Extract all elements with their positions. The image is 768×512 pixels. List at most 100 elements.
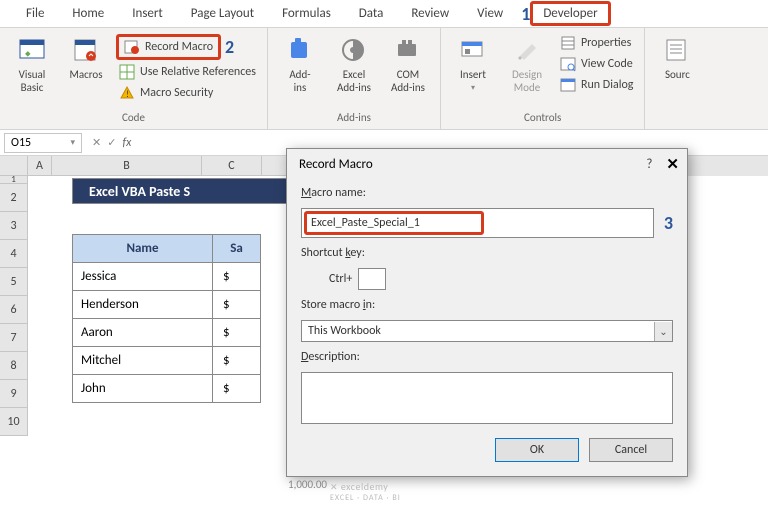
addins-button[interactable]: Add- ins (276, 32, 324, 94)
warning-icon: ! (119, 85, 135, 101)
cancel-button[interactable]: Cancel (589, 438, 673, 462)
cell-name[interactable]: Henderson (73, 291, 213, 319)
header-name[interactable]: Name (73, 235, 213, 263)
column-header[interactable]: A (28, 156, 52, 176)
hidden-cell-value: 1,000.00 (288, 478, 327, 491)
insert-control-icon (457, 34, 489, 66)
ok-button[interactable]: OK (495, 438, 579, 462)
name-box[interactable]: O15 ▾ (4, 133, 82, 153)
sheet-title-cell[interactable]: Excel VBA Paste S (72, 178, 302, 204)
row-header[interactable]: 2 (0, 184, 28, 212)
dialog-close-button[interactable]: ✕ (666, 155, 679, 174)
tab-page-layout[interactable]: Page Layout (177, 2, 268, 25)
record-macro-button[interactable]: Record Macro (116, 34, 221, 60)
tab-formulas[interactable]: Formulas (268, 2, 345, 25)
visual-basic-button[interactable]: ⬥ Visual Basic (8, 32, 56, 94)
cell-name[interactable]: Mitchel (73, 347, 213, 375)
source-icon (661, 34, 693, 66)
row-header[interactable]: 9 (0, 380, 28, 408)
cell-name[interactable]: John (73, 375, 213, 403)
dialog-titlebar[interactable]: Record Macro ? ✕ (287, 149, 687, 180)
store-macro-value: This Workbook (308, 324, 381, 338)
column-header[interactable]: C (202, 156, 262, 176)
enter-formula-icon[interactable]: ✓ (107, 136, 116, 149)
properties-button[interactable]: Properties (557, 34, 636, 52)
row-header[interactable]: 5 (0, 268, 28, 296)
cell-name[interactable]: Jessica (73, 263, 213, 291)
fx-icon[interactable]: fx (122, 136, 131, 150)
com-addins-icon (392, 34, 424, 66)
callout-2: 2 (225, 36, 234, 58)
insert-control-label: Insert (460, 68, 486, 81)
row-header[interactable]: 6 (0, 296, 28, 324)
com-addins-button[interactable]: COM Add-ins (384, 32, 432, 94)
row-header[interactable]: 10 (0, 408, 28, 436)
tab-view[interactable]: View (463, 2, 517, 25)
use-relative-label: Use Relative References (140, 65, 256, 79)
row-header[interactable]: 4 (0, 240, 28, 268)
cell-name[interactable]: Aaron (73, 319, 213, 347)
shortcut-prefix: Ctrl+ (329, 272, 352, 286)
description-input[interactable] (301, 372, 673, 424)
view-code-label: View Code (581, 57, 633, 71)
chevron-down-icon[interactable]: ▾ (70, 137, 75, 148)
excel-addins-button[interactable]: Excel Add-ins (330, 32, 378, 94)
cell-salary[interactable]: $ (213, 347, 261, 375)
insert-control-button[interactable]: Insert ▾ (449, 32, 497, 93)
tab-file[interactable]: File (12, 2, 58, 25)
run-dialog-button[interactable]: Run Dialog (557, 76, 636, 94)
view-code-button[interactable]: View Code (557, 55, 636, 73)
visual-basic-label: Visual Basic (19, 68, 46, 94)
design-mode-button[interactable]: Design Mode (503, 32, 551, 94)
row-header[interactable]: 1 (0, 176, 28, 184)
tab-developer[interactable]: Developer (530, 1, 610, 26)
source-label: Sourc (665, 68, 690, 81)
macro-security-button[interactable]: ! Macro Security (116, 84, 259, 102)
store-macro-select[interactable]: This Workbook ⌄ (301, 320, 673, 342)
source-button[interactable]: Sourc (653, 32, 701, 81)
svg-text:⬥: ⬥ (25, 49, 31, 59)
macro-name-input[interactable]: Excel_Paste_Special_1 (301, 208, 654, 238)
dialog-help-button[interactable]: ? (646, 157, 652, 172)
tab-home[interactable]: Home (58, 2, 118, 25)
group-code: ⬥ Visual Basic Macros Record Macro (0, 28, 268, 129)
shortcut-key-input[interactable] (358, 268, 386, 290)
header-salary[interactable]: Sa (213, 235, 261, 263)
macro-security-label: Macro Security (140, 86, 213, 100)
macros-icon (70, 34, 102, 66)
column-header[interactable]: B (52, 156, 202, 176)
com-addins-label: COM Add-ins (391, 68, 425, 94)
callout-3: 3 (664, 212, 673, 234)
cell-salary[interactable]: $ (213, 291, 261, 319)
macro-name-value: Excel_Paste_Special_1 (311, 216, 420, 230)
use-relative-references-button[interactable]: Use Relative References (116, 63, 259, 81)
name-box-value: O15 (11, 136, 31, 150)
grid-icon (119, 64, 135, 80)
tab-insert[interactable]: Insert (118, 2, 177, 25)
visual-basic-icon: ⬥ (16, 34, 48, 66)
cell-salary[interactable]: $ (213, 263, 261, 291)
select-all-corner[interactable] (0, 156, 28, 176)
data-table: Name Sa Jessica$ Henderson$ Aaron$ Mitch… (72, 234, 261, 403)
cell-salary[interactable]: $ (213, 319, 261, 347)
row-header[interactable]: 8 (0, 352, 28, 380)
run-dialog-icon (560, 77, 576, 93)
callout-1: 1 (521, 3, 530, 25)
design-mode-label: Design Mode (512, 68, 542, 94)
group-controls-label: Controls (449, 111, 636, 127)
row-header[interactable]: 3 (0, 212, 28, 240)
tab-review[interactable]: Review (397, 2, 463, 25)
tab-data[interactable]: Data (345, 2, 398, 25)
design-mode-icon (511, 34, 543, 66)
group-xml: Sourc (645, 28, 709, 129)
macros-button[interactable]: Macros (62, 32, 110, 81)
cell-salary[interactable]: $ (213, 375, 261, 403)
row-header[interactable]: 7 (0, 324, 28, 352)
watermark: ✕ exceldemy EXCEL · DATA · BI (330, 480, 401, 503)
excel-addins-icon (338, 34, 370, 66)
shortcut-key-label: Shortcut key: (301, 246, 673, 260)
description-label: Description: (301, 350, 673, 364)
addins-icon (284, 34, 316, 66)
run-dialog-label: Run Dialog (581, 78, 633, 92)
cancel-formula-icon[interactable]: ✕ (92, 136, 101, 149)
